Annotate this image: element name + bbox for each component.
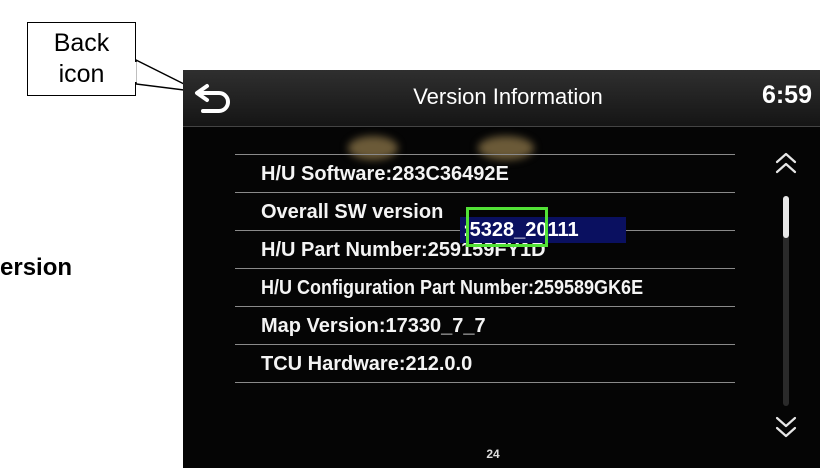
list-item-label: Overall SW version: [261, 201, 444, 223]
list-divider-top: [235, 114, 735, 155]
list-item-hu-software: H/U Software:283C36492E: [235, 154, 735, 193]
list-item-tcu-hardware: TCU Hardware:212.0.0: [235, 344, 735, 383]
list-item-map-version: Map Version:17330_7_7: [235, 306, 735, 345]
list-item-label: Map Version:17330_7_7: [261, 315, 486, 337]
scrollbar-thumb[interactable]: [783, 196, 789, 238]
list-item-label: TCU Hardware:212.0.0: [261, 353, 473, 375]
double-chevron-down-icon[interactable]: [773, 414, 799, 440]
back-icon-callout: Back icon: [27, 22, 136, 96]
double-chevron-up-icon[interactable]: [773, 150, 799, 176]
screen-title: Version Information: [413, 84, 603, 109]
clock: 6:59: [761, 81, 812, 109]
side-label: ersion: [0, 254, 73, 281]
list-item-hu-configuration-part-number: H/U Configuration Part Number:259589GK6E: [235, 268, 735, 307]
list-item-label: H/U Software:283C36492E: [261, 163, 509, 185]
annotation-green-box: [466, 207, 548, 247]
head-unit-screen: Version Information 6:59 H/U Software:28…: [183, 70, 820, 468]
page-number: 24: [486, 447, 500, 461]
list-item-label: H/U Configuration Part Number:259589GK6E: [261, 277, 644, 299]
back-arrow-icon[interactable]: [193, 82, 233, 114]
